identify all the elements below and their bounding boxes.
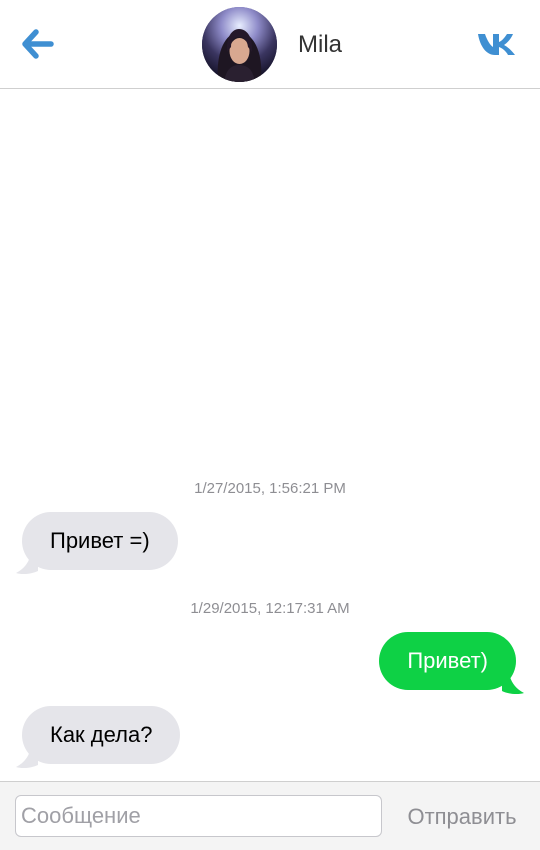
avatar-photo [202,7,277,82]
composer-bar: Отправить [0,781,540,850]
vk-logo-icon [478,34,515,55]
message-bubble-outgoing[interactable]: Привет) [379,632,516,690]
back-button[interactable] [18,24,58,64]
message-timestamp: 1/29/2015, 12:17:31 AM [190,600,350,617]
message-bubble-incoming[interactable]: Привет =) [22,512,178,570]
contact-avatar[interactable] [202,7,277,82]
message-bubble-incoming[interactable]: Как дела? [22,706,181,764]
send-button[interactable]: Отправить [392,799,532,835]
message-input[interactable] [15,795,382,837]
vk-button[interactable] [476,28,522,60]
chat-screen: Mila 1/27/2015, 1:56:21 PM Привет =) 1/2… [0,0,540,850]
chat-header: Mila [0,0,540,89]
message-thread[interactable]: 1/27/2015, 1:56:21 PM Привет =) 1/29/201… [0,89,540,781]
back-arrow-icon [22,29,54,59]
message-timestamp: 1/27/2015, 1:56:21 PM [194,480,346,497]
contact-name: Mila [298,31,343,58]
